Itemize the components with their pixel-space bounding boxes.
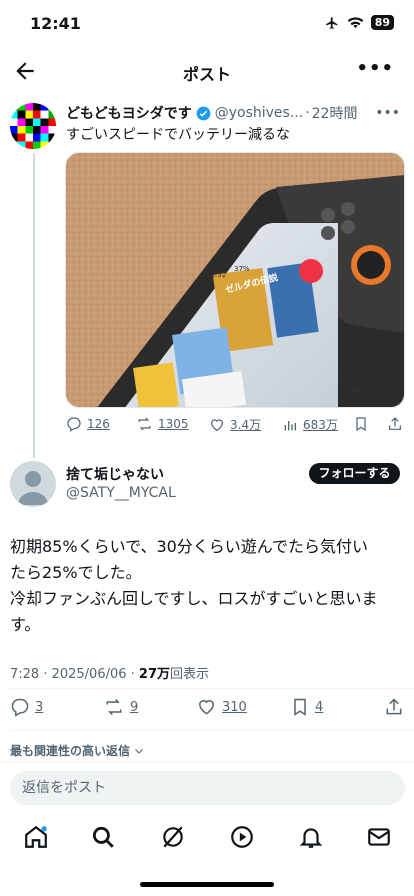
page-title: ポスト [182, 65, 231, 84]
media-confirm: 決定 [350, 387, 362, 395]
parent-like-button[interactable]: 3.4万 [209, 416, 261, 433]
video-play-icon[interactable] [229, 824, 255, 850]
share-icon[interactable] [384, 697, 404, 717]
parent-time[interactable]: 22時間 [312, 103, 358, 123]
reply-text-line: たら25%でした。 [10, 563, 142, 582]
reply-like-button[interactable]: 310 [196, 697, 247, 717]
parent-reply-count: 126 [87, 417, 110, 431]
reply-bookmark-count: 4 [315, 699, 324, 715]
divider [10, 688, 414, 689]
status-time: 12:41 [30, 14, 81, 33]
views-count: 27万 [138, 667, 171, 682]
reply-text-line: 冷却ファンぶん回しですし、ロスがすごいと思いま [10, 589, 378, 608]
parent-avatar[interactable] [10, 103, 56, 149]
heart-icon [199, 700, 214, 715]
repost-icon [106, 698, 122, 716]
reply-like-count: 310 [222, 699, 247, 715]
more-options-icon[interactable]: ••• [356, 58, 394, 79]
post-media-image[interactable]: 13:52 37% ゼルダの伝説 決定 [65, 152, 405, 408]
reply-handle[interactable]: @SATY__MYCAL [66, 485, 176, 501]
verified-badge-icon [196, 106, 211, 120]
parent-views-button[interactable]: 683万 [282, 416, 338, 433]
top-nav: ポスト ••• [0, 50, 414, 92]
parent-action-bar: 126 1305 3.4万 683万 [66, 416, 406, 436]
reply-reply-button[interactable]: 3 [10, 697, 43, 717]
bottom-tab-bar [0, 818, 414, 858]
post-timestamp[interactable]: 7:28 · 2025/06/06 · [10, 667, 139, 682]
wifi-icon [347, 17, 363, 29]
status-icons: 89 [324, 15, 394, 30]
parent-handle[interactable]: @yoshives... [215, 105, 303, 121]
views-label: 回表示 [170, 667, 210, 682]
divider [0, 762, 414, 763]
divider [10, 730, 414, 731]
reply-composer [10, 771, 405, 805]
bookmark-icon [294, 698, 306, 716]
parent-view-count: 683万 [303, 418, 338, 432]
follow-button[interactable]: フォローする [309, 463, 400, 484]
parent-like-count: 3.4万 [230, 418, 262, 432]
notifications-bell-icon[interactable] [298, 824, 324, 850]
reply-avatar[interactable] [10, 461, 56, 507]
home-indicator [140, 882, 274, 887]
repost-icon [138, 417, 151, 431]
separator-dot: · [305, 105, 310, 121]
reply-bookmark-button[interactable]: 4 [290, 697, 323, 717]
reply-post-text: 初期85%くらいで、30分くらい遊んでたら気付い たら25%でした。 冷却ファン… [10, 534, 405, 638]
parent-display-name[interactable]: どもどもヨシダです [66, 103, 192, 123]
messages-envelope-icon[interactable] [366, 824, 392, 850]
parent-repost-button[interactable]: 1305 [136, 416, 189, 432]
reply-repost-button[interactable]: 9 [103, 697, 138, 717]
parent-header: どもどもヨシダです @yoshives... · 22時間 ••• [66, 103, 400, 123]
grok-icon[interactable] [160, 824, 186, 850]
bookmark-icon[interactable] [353, 416, 369, 432]
parent-post-text: すごいスピードでバッテリー減るな [66, 127, 290, 143]
battery-indicator: 89 [370, 15, 394, 30]
parent-more-icon[interactable]: ••• [375, 105, 400, 121]
reply-repost-count: 9 [130, 699, 139, 715]
sort-replies-dropdown[interactable]: 最も関連性の高い返信 [10, 742, 145, 759]
reply-input[interactable] [10, 771, 405, 805]
heart-icon [211, 418, 223, 431]
media-battery: 37% [234, 265, 250, 273]
search-icon[interactable] [90, 824, 116, 850]
reply-reply-count: 3 [35, 699, 44, 715]
reply-text-line: 初期85%くらいで、30分くらい遊んでたら気付い [10, 537, 369, 556]
reply-icon [67, 417, 81, 432]
reply-icon [11, 698, 29, 717]
status-bar: 12:41 89 [0, 0, 414, 50]
reply-action-bar: 3 9 310 4 [10, 697, 405, 721]
share-icon[interactable] [387, 416, 403, 432]
chevron-down-icon [135, 748, 143, 754]
reply-text-line: す。 [10, 615, 41, 634]
home-icon[interactable] [23, 824, 49, 850]
sort-label: 最も関連性の高い返信 [10, 744, 131, 758]
post-meta: 7:28 · 2025/06/06 · 27万回表示 [10, 663, 209, 682]
views-chart-icon [284, 420, 296, 430]
parent-reply-button[interactable]: 126 [66, 416, 110, 432]
reply-display-name[interactable]: 捨て垢じゃない [66, 464, 164, 484]
airplane-icon [325, 16, 337, 29]
media-clock: 13:52 [206, 271, 226, 279]
thread-connector [33, 153, 35, 458]
parent-repost-count: 1305 [158, 417, 189, 431]
